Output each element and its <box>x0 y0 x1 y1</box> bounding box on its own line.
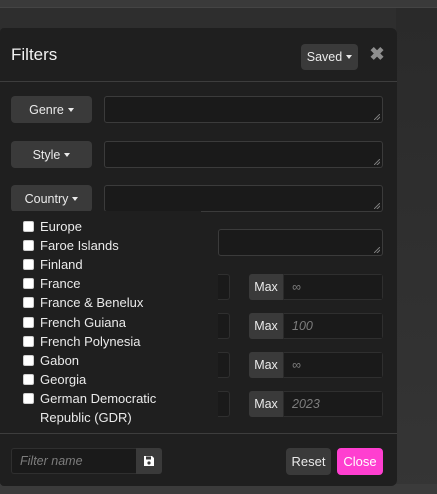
resize-grip-icon[interactable] <box>374 159 380 165</box>
country-option-label: French Guiana <box>40 315 126 330</box>
style-dropdown[interactable]: Style <box>11 141 92 168</box>
country-option[interactable]: French Guiana <box>23 313 126 332</box>
min-input[interactable] <box>218 274 230 300</box>
caret-down-icon <box>72 196 79 201</box>
country-option[interactable]: Europe <box>23 217 82 236</box>
min-input[interactable] <box>218 313 230 339</box>
country-option[interactable]: Faroe Islands <box>23 236 119 255</box>
checkbox[interactable] <box>23 221 34 232</box>
country-label: Country <box>24 191 69 206</box>
country-options-list: Europe Faroe Islands Finland France Fran… <box>11 211 201 431</box>
country-option-label-line: Republic (GDR) <box>40 410 132 425</box>
min-input[interactable] <box>218 352 230 378</box>
app-top-bar <box>0 0 437 8</box>
country-option-label: France <box>40 276 81 291</box>
country-option[interactable]: Georgia <box>23 370 86 389</box>
checkbox[interactable] <box>23 259 34 270</box>
min-input[interactable] <box>218 391 230 417</box>
label-input[interactable] <box>218 229 383 256</box>
caret-down-icon <box>67 107 74 112</box>
country-option-label: France & Benelux <box>40 295 144 310</box>
max-label: Max <box>249 274 284 300</box>
resize-grip-icon[interactable] <box>374 114 380 120</box>
checkbox[interactable] <box>23 393 34 404</box>
style-input[interactable] <box>104 141 383 168</box>
max-input[interactable]: ∞ <box>284 352 383 378</box>
country-input[interactable] <box>104 185 383 212</box>
reset-label: Reset <box>291 454 326 469</box>
caret-down-icon <box>64 152 71 157</box>
country-option-label: Gabon <box>40 353 80 368</box>
checkbox[interactable] <box>23 374 34 385</box>
max-input[interactable]: 2023 <box>284 391 383 417</box>
country-option[interactable]: France & Benelux <box>23 293 143 312</box>
caret-down-icon <box>346 55 353 59</box>
list-top-edge <box>11 211 201 216</box>
save-filter-button[interactable] <box>136 448 162 474</box>
checkbox[interactable] <box>23 355 34 366</box>
close-label: Close <box>343 454 377 469</box>
checkbox[interactable] <box>23 278 34 289</box>
country-dropdown[interactable]: Country <box>11 185 92 212</box>
range-group: Max 100 <box>249 313 383 339</box>
range-group: Max ∞ <box>249 274 383 300</box>
country-option-label: German Democratic Republic (GDR) <box>40 389 156 427</box>
country-option-label: Georgia <box>40 372 87 387</box>
max-label: Max <box>249 352 284 378</box>
max-label: Max <box>249 391 284 417</box>
genre-input[interactable] <box>104 96 383 123</box>
country-option-label-line: German Democratic <box>40 391 157 406</box>
modal-title: Filters <box>11 45 58 64</box>
background-panel <box>396 8 437 494</box>
checkbox[interactable] <box>23 336 34 347</box>
country-option[interactable]: Gabon <box>23 351 79 370</box>
saved-filters-dropdown[interactable]: Saved <box>301 44 358 70</box>
country-option[interactable]: French Polynesia <box>23 332 140 351</box>
max-input[interactable]: 100 <box>284 313 383 339</box>
country-option-label: Finland <box>40 257 83 272</box>
checkbox[interactable] <box>23 317 34 328</box>
modal-header: Filters Saved ✖ <box>0 28 397 82</box>
country-option[interactable]: German Democratic Republic (GDR) <box>23 389 156 427</box>
genre-label: Genre <box>29 102 64 117</box>
resize-grip-icon[interactable] <box>374 203 380 209</box>
filters-modal: Filters Saved ✖ Genre Style Country Max … <box>0 28 397 486</box>
max-input[interactable]: ∞ <box>284 274 383 300</box>
country-option[interactable]: France <box>23 274 80 293</box>
country-option-label: Europe <box>40 219 82 234</box>
filter-name-input[interactable]: Filter name <box>11 448 137 474</box>
close-icon[interactable]: ✖ <box>369 45 385 63</box>
range-group: Max ∞ <box>249 352 383 378</box>
resize-grip-icon[interactable] <box>374 247 380 253</box>
checkbox[interactable] <box>23 297 34 308</box>
checkbox[interactable] <box>23 240 34 251</box>
modal-footer: Filter name Reset Close <box>0 433 397 486</box>
range-group: Max 2023 <box>249 391 383 417</box>
save-icon <box>144 456 154 466</box>
country-option-label: Faroe Islands <box>40 238 119 253</box>
reset-button[interactable]: Reset <box>286 448 331 475</box>
max-label: Max <box>249 313 284 339</box>
genre-dropdown[interactable]: Genre <box>11 96 92 123</box>
country-option[interactable]: Finland <box>23 255 83 274</box>
style-label: Style <box>32 147 61 162</box>
saved-label: Saved <box>306 50 343 64</box>
country-option-label: French Polynesia <box>40 334 141 349</box>
close-button[interactable]: Close <box>337 448 383 475</box>
